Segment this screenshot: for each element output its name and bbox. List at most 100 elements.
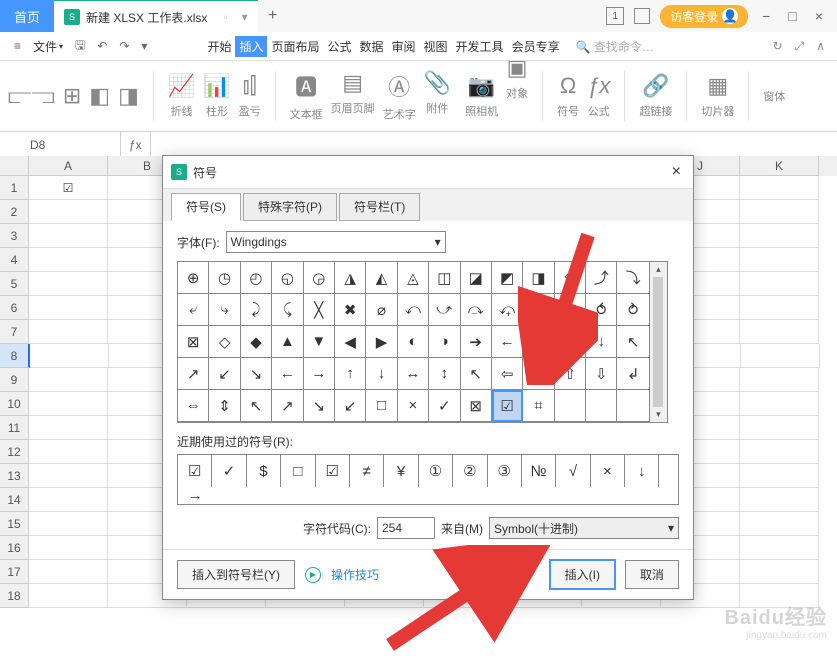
new-tab-button[interactable]: +: [258, 0, 288, 32]
menu-icon[interactable]: ≡: [8, 39, 27, 53]
sparkline-wl-icon[interactable]: ⫾⫿: [243, 73, 257, 99]
cell[interactable]: [29, 296, 108, 320]
chart4-icon[interactable]: ◨: [118, 83, 139, 109]
cell[interactable]: [740, 488, 819, 512]
symbol-cell[interactable]: ↙: [209, 358, 240, 390]
symbol-cell[interactable]: ◪: [461, 262, 492, 294]
symbol-cell[interactable]: ↖: [617, 326, 648, 358]
symbol-cell[interactable]: ⊠: [461, 390, 492, 422]
symbol-cell[interactable]: ◫: [429, 262, 460, 294]
symbol-cell[interactable]: ↔: [398, 358, 429, 390]
row-header[interactable]: 6: [0, 296, 29, 320]
row-header[interactable]: 16: [0, 536, 29, 560]
symbol-cell[interactable]: □: [366, 390, 397, 422]
cell[interactable]: [29, 248, 108, 272]
symbol-cell[interactable]: ⤼: [461, 294, 492, 326]
symbol-cell[interactable]: ⊠: [178, 326, 209, 358]
tab-symbolbar[interactable]: 符号栏(T): [339, 193, 420, 221]
symbol-cell[interactable]: ⌀: [366, 294, 397, 326]
recent-symbol[interactable]: ①: [419, 455, 453, 487]
recent-symbol[interactable]: ×: [591, 455, 625, 487]
font-select[interactable]: Wingdings▾: [226, 231, 446, 253]
menu-dev[interactable]: 开发工具: [452, 38, 508, 55]
cell[interactable]: [740, 536, 819, 560]
dialog-titlebar[interactable]: S 符号 ×: [163, 156, 693, 189]
row-header[interactable]: 4: [0, 248, 29, 272]
from-select[interactable]: Symbol(十进制)▾: [489, 517, 679, 539]
cell[interactable]: [740, 464, 819, 488]
row-header[interactable]: 8: [0, 344, 30, 368]
save-icon[interactable]: 🖫: [69, 36, 91, 57]
cell[interactable]: [29, 368, 108, 392]
symbol-cell[interactable]: ⇕: [209, 390, 240, 422]
row-header[interactable]: 2: [0, 200, 29, 224]
row-header[interactable]: 10: [0, 392, 29, 416]
play-icon[interactable]: ▶: [305, 567, 321, 583]
symbol-cell[interactable]: ◵: [272, 262, 303, 294]
insert-to-bar-button[interactable]: 插入到符号栏(Y): [177, 560, 295, 589]
symbol-cell[interactable]: ◭: [366, 262, 397, 294]
symbol-cell[interactable]: ↗: [272, 390, 303, 422]
row-header[interactable]: 3: [0, 224, 29, 248]
cell[interactable]: [740, 176, 819, 200]
cell[interactable]: [29, 272, 108, 296]
symbol-cell[interactable]: ↘: [241, 358, 272, 390]
sync-icon[interactable]: ↻: [773, 39, 783, 54]
attach-icon[interactable]: 📎: [424, 70, 451, 96]
expand-icon[interactable]: ⤢: [795, 39, 805, 54]
recent-symbol[interactable]: №: [522, 455, 556, 487]
recent-symbol[interactable]: $: [247, 455, 281, 487]
menu-review[interactable]: 审阅: [388, 38, 420, 55]
cell[interactable]: [740, 512, 819, 536]
menu-layout[interactable]: 页面布局: [267, 38, 323, 55]
symbol-cell[interactable]: ╳: [304, 294, 335, 326]
symbol-cell[interactable]: ➔: [461, 326, 492, 358]
symbol-cell[interactable]: ⤸: [241, 294, 272, 326]
symbol-cell[interactable]: ↗: [178, 358, 209, 390]
col-header-k[interactable]: K: [740, 156, 819, 176]
tab-options-icon[interactable]: ▫: [223, 10, 227, 24]
cell[interactable]: [740, 200, 819, 224]
recent-symbol[interactable]: ☑: [178, 455, 212, 487]
cell[interactable]: [29, 560, 108, 584]
recent-symbol[interactable]: →: [178, 487, 212, 504]
symbol-cell[interactable]: ⤹: [272, 294, 303, 326]
select-all-corner[interactable]: [0, 156, 29, 176]
row-header[interactable]: 11: [0, 416, 29, 440]
symbol-cell[interactable]: ↓: [366, 358, 397, 390]
sparkline-col-icon[interactable]: 📊: [203, 73, 230, 99]
symbol-cell[interactable]: ◷: [209, 262, 240, 294]
symbol-cell[interactable]: ◬: [398, 262, 429, 294]
symbol-cell[interactable]: ×: [398, 390, 429, 422]
symbol-icon[interactable]: Ω: [560, 73, 576, 99]
symbol-cell[interactable]: ⤻: [429, 294, 460, 326]
cell[interactable]: [741, 344, 820, 368]
recent-symbol[interactable]: √: [556, 455, 590, 487]
row-header[interactable]: 7: [0, 320, 29, 344]
grid-scrollbar[interactable]: ▴▾: [650, 261, 668, 423]
row-header[interactable]: 18: [0, 584, 29, 608]
equation-icon[interactable]: ƒx: [587, 73, 610, 99]
symbol-cell[interactable]: ◶: [304, 262, 335, 294]
symbol-cell[interactable]: ◴: [241, 262, 272, 294]
dropdown-icon[interactable]: ▾: [242, 10, 248, 24]
cell[interactable]: [29, 392, 108, 416]
recent-symbol[interactable]: ≠: [350, 455, 384, 487]
recent-symbol[interactable]: ↓: [625, 455, 659, 487]
file-tab[interactable]: S 新建 XLSX 工作表.xlsx ▫ ▾: [54, 0, 258, 33]
cell[interactable]: [740, 368, 819, 392]
cell[interactable]: [740, 440, 819, 464]
insert-button[interactable]: 插入(I): [550, 560, 615, 589]
recent-symbol[interactable]: ¥: [384, 455, 418, 487]
close-button[interactable]: ×: [811, 8, 827, 24]
cell[interactable]: [740, 272, 819, 296]
fx-button[interactable]: ƒx: [121, 132, 151, 158]
cell[interactable]: [29, 536, 108, 560]
symbol-cell[interactable]: ↑: [335, 358, 366, 390]
recent-symbol[interactable]: □: [281, 455, 315, 487]
symbol-cell[interactable]: ◆: [241, 326, 272, 358]
row-header[interactable]: 13: [0, 464, 29, 488]
recent-symbol[interactable]: ③: [488, 455, 522, 487]
symbol-cell[interactable]: ⤺: [398, 294, 429, 326]
cell[interactable]: [29, 440, 108, 464]
